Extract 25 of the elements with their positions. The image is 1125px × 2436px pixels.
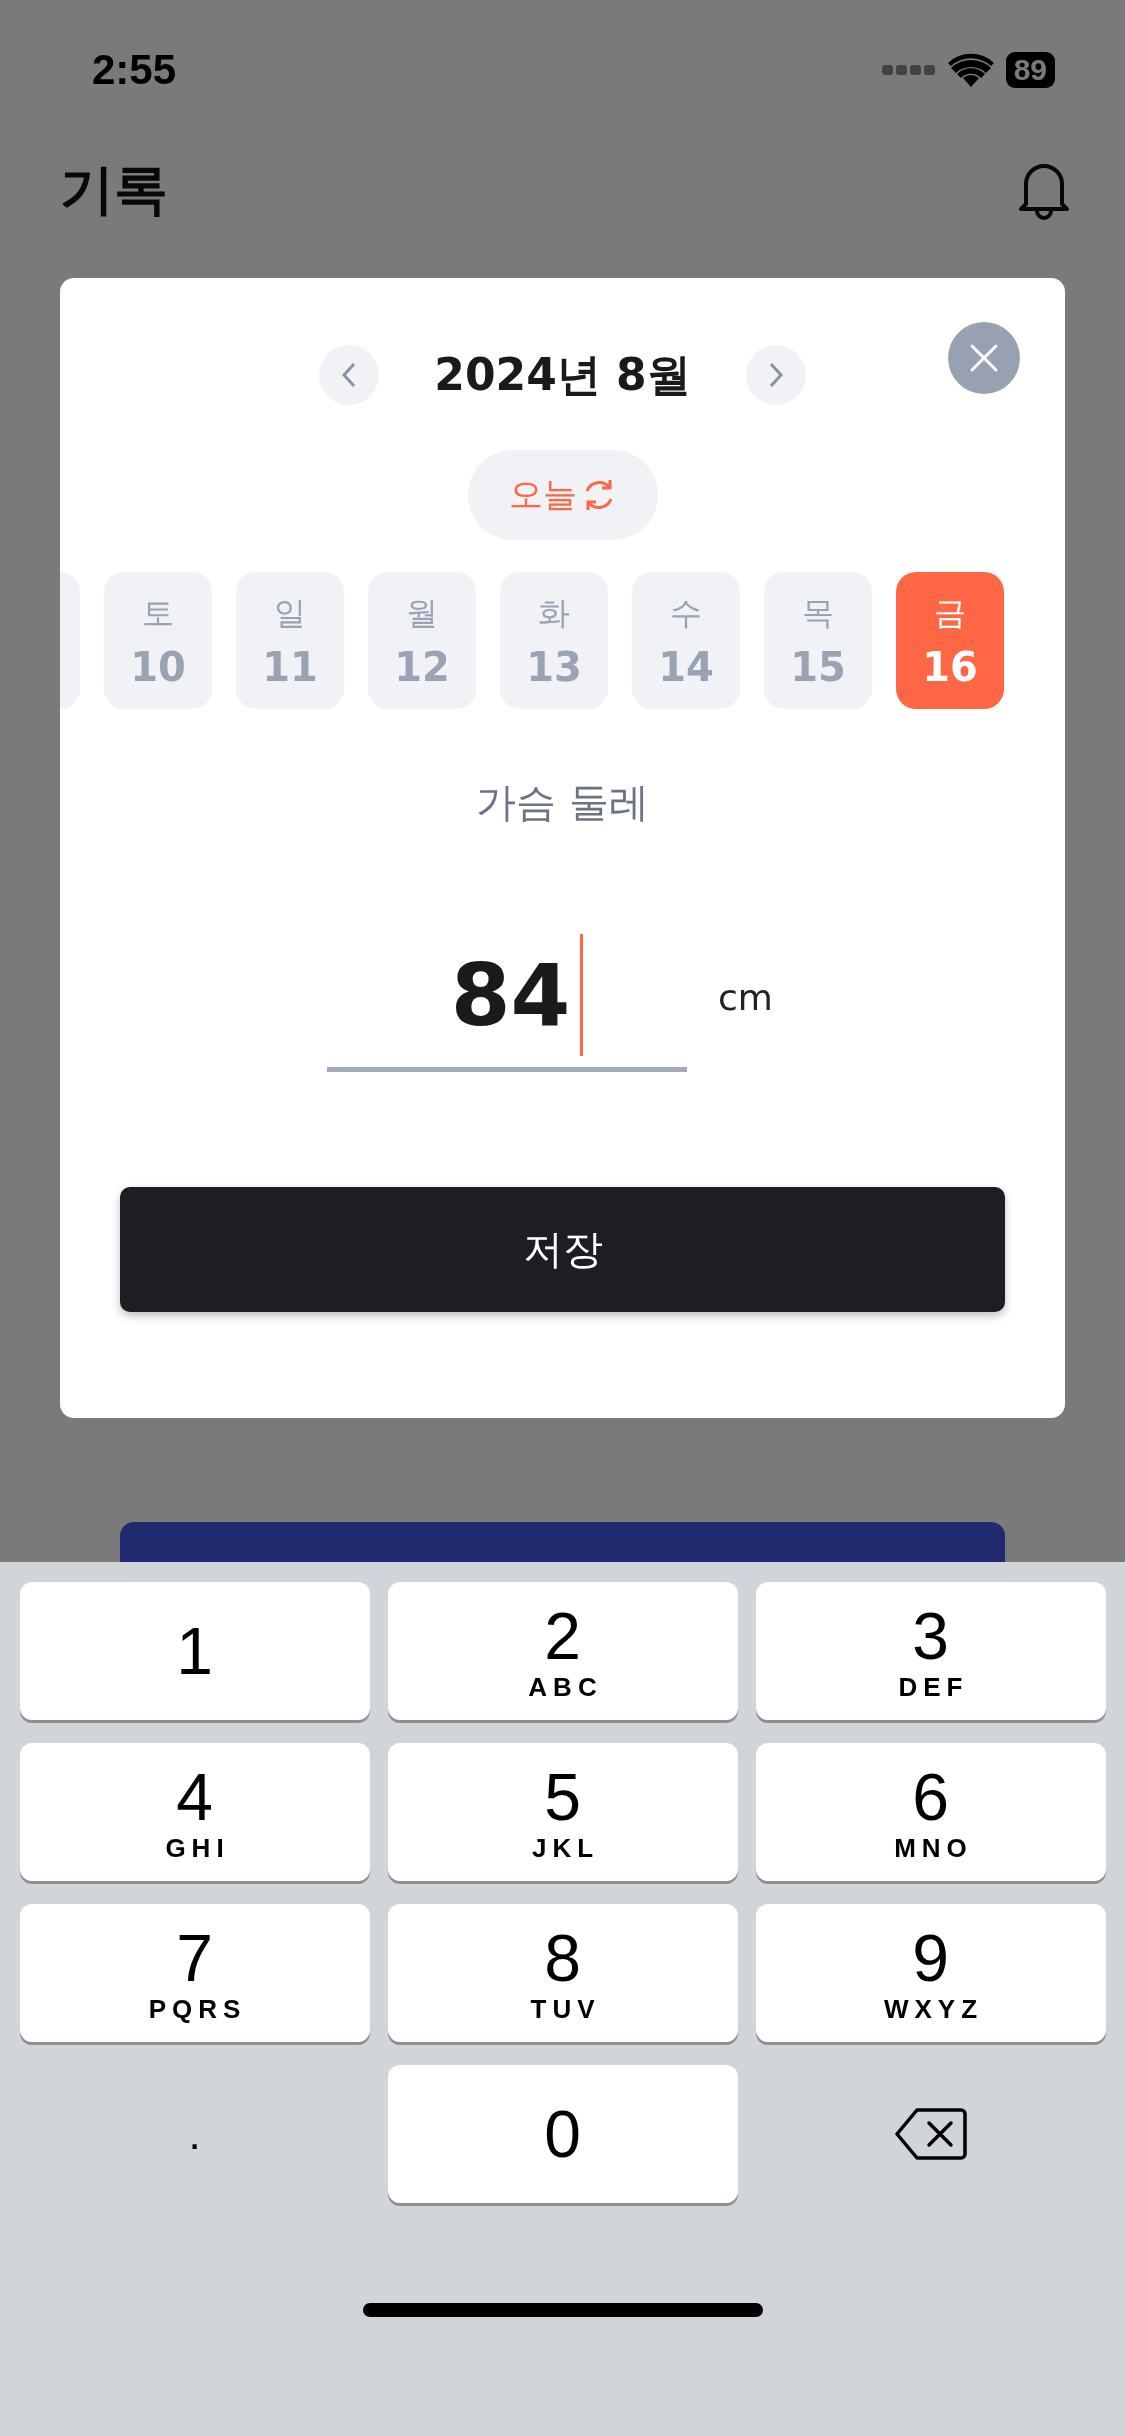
keyboard-key[interactable]: 6 MNO: [755, 1743, 1106, 1881]
save-button[interactable]: 저장: [120, 1187, 1005, 1312]
status-time: 2:55: [92, 46, 177, 94]
keyboard-key[interactable]: 3 DEF: [755, 1582, 1106, 1720]
number-input-field[interactable]: 84: [327, 922, 687, 1072]
unit-label: cm: [718, 976, 774, 1018]
battery-level: 89: [1005, 52, 1055, 88]
keyboard-key[interactable]: 7 PQRS: [19, 1904, 370, 2042]
keyboard-key[interactable]: 5 JKL: [387, 1743, 738, 1881]
keyboard-key[interactable]: 9 WXYZ: [755, 1904, 1106, 2042]
close-icon: [969, 343, 999, 373]
signal-icon: [881, 63, 936, 77]
backspace-icon: [894, 2106, 967, 2162]
keyboard-key[interactable]: 8 TUV: [387, 1904, 738, 2042]
page-title: 기록: [60, 156, 168, 223]
keyboard-key[interactable]: 0: [387, 2065, 738, 2203]
month-title: 2024년 8월: [434, 347, 691, 402]
keyboard-key[interactable]: 4 GHI: [19, 1743, 370, 1881]
chevron-right-icon: [767, 362, 784, 388]
keyboard-key[interactable]: 2 ABC: [387, 1582, 738, 1720]
chevron-left-icon: [341, 362, 358, 388]
keyboard-key[interactable]: 1: [19, 1582, 370, 1720]
wifi-icon: [947, 53, 994, 87]
keyboard-key[interactable]: .: [19, 2065, 370, 2203]
field-label: 가슴 둘레: [476, 778, 649, 827]
